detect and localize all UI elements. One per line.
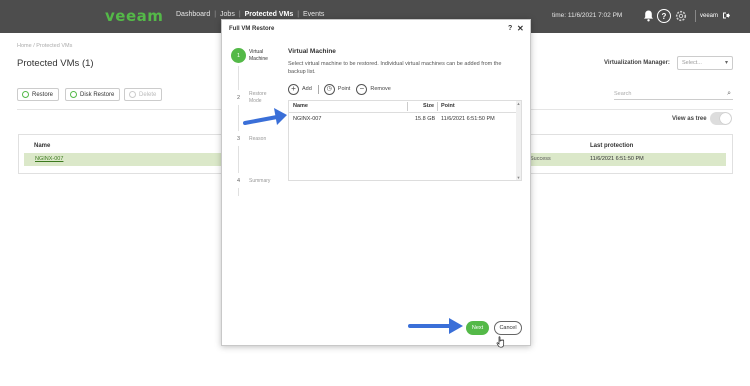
vm-toolbar: + Add ◷ Point − Remove bbox=[288, 82, 391, 96]
column-header-name[interactable]: Name bbox=[34, 143, 50, 149]
search-input[interactable]: Search ⌕ bbox=[614, 89, 733, 100]
section-heading: Virtual Machine bbox=[288, 48, 336, 55]
section-description: Select virtual machine to be restored. I… bbox=[288, 61, 502, 75]
nav-separator: | bbox=[238, 11, 241, 18]
server-time: time: 11/6/2021 7:02 PM bbox=[552, 12, 623, 19]
help-icon[interactable]: ? bbox=[508, 25, 512, 32]
view-as-tree-label: View as tree bbox=[672, 116, 707, 122]
nav-dashboard[interactable]: Dashboard bbox=[176, 11, 210, 18]
main-nav: Dashboard | Jobs | Protected VMs | Events bbox=[176, 11, 326, 18]
divider bbox=[695, 10, 696, 22]
vm-status: Success bbox=[530, 156, 551, 162]
restore-icon bbox=[22, 91, 29, 98]
dialog-title: Full VM Restore bbox=[229, 26, 275, 32]
full-vm-restore-dialog: Full VM Restore ? ✕ 1 Virtual Machine 2 … bbox=[221, 19, 531, 346]
point-button[interactable]: Point bbox=[338, 86, 351, 92]
virtualization-manager-select[interactable]: Select... ▾ bbox=[677, 56, 733, 70]
restore-label: Restore bbox=[32, 91, 54, 98]
annotation-arrow-icon bbox=[243, 108, 287, 125]
annotation-arrow-icon bbox=[408, 318, 463, 334]
search-placeholder: Search bbox=[614, 91, 632, 97]
step-1-indicator[interactable]: 1 bbox=[231, 48, 246, 63]
remove-icon[interactable]: − bbox=[356, 83, 368, 95]
column-header-last-protection[interactable]: Last protection bbox=[590, 143, 633, 149]
bell-icon[interactable] bbox=[641, 9, 655, 23]
delete-button[interactable]: Delete bbox=[124, 88, 163, 101]
next-button[interactable]: Next bbox=[466, 321, 489, 335]
remove-button[interactable]: Remove bbox=[370, 86, 390, 92]
vm-name-link[interactable]: NGINX-007 bbox=[35, 156, 63, 162]
help-icon[interactable]: ? bbox=[657, 9, 671, 23]
close-icon[interactable]: ✕ bbox=[517, 24, 524, 33]
divider bbox=[317, 84, 319, 94]
clock-icon[interactable]: ◷ bbox=[323, 83, 335, 95]
select-placeholder: Select... bbox=[682, 60, 702, 66]
logout-icon bbox=[722, 12, 730, 19]
vm-row-size: 15.8 GB bbox=[415, 116, 436, 122]
disk-restore-label: Disk Restore bbox=[80, 91, 115, 98]
nav-jobs[interactable]: Jobs bbox=[220, 11, 235, 18]
user-menu[interactable]: veeam bbox=[700, 12, 730, 19]
column-header-name[interactable]: Name bbox=[293, 103, 308, 109]
column-header-size[interactable]: Size bbox=[423, 103, 434, 109]
nav-protected-vms[interactable]: Protected VMs bbox=[245, 11, 294, 18]
gear-icon[interactable] bbox=[674, 9, 688, 23]
divider bbox=[288, 112, 516, 113]
restore-button[interactable]: Restore bbox=[17, 88, 60, 101]
table-scrollbar[interactable]: ▲ ▼ bbox=[516, 101, 521, 180]
step-1-label[interactable]: Virtual Machine bbox=[249, 49, 279, 62]
view-as-tree-toggle[interactable] bbox=[710, 112, 732, 125]
breadcrumb[interactable]: Home / Protected VMs bbox=[17, 43, 72, 49]
add-icon[interactable]: + bbox=[288, 83, 299, 95]
step-4-label[interactable]: Summary bbox=[249, 178, 279, 185]
add-button[interactable]: Add bbox=[302, 86, 312, 92]
nav-separator: | bbox=[214, 11, 217, 18]
page-title: Protected VMs (1) bbox=[17, 58, 94, 69]
step-4-indicator[interactable]: 4 bbox=[231, 173, 246, 188]
delete-icon bbox=[129, 91, 136, 98]
column-separator bbox=[407, 102, 408, 111]
step-3-label[interactable]: Reason bbox=[249, 136, 279, 143]
virtualization-manager-label: Virtualization Manager: bbox=[604, 60, 670, 66]
scroll-up-icon[interactable]: ▲ bbox=[516, 101, 521, 106]
nav-events[interactable]: Events bbox=[303, 11, 324, 18]
vm-last-protection: 11/6/2021 6:51:50 PM bbox=[590, 156, 644, 162]
chevron-down-icon: ▾ bbox=[724, 60, 728, 66]
step-3-indicator[interactable]: 3 bbox=[231, 131, 246, 146]
search-icon: ⌕ bbox=[727, 90, 731, 97]
disk-restore-button[interactable]: Disk Restore bbox=[65, 88, 121, 101]
scroll-down-icon[interactable]: ▼ bbox=[516, 175, 521, 180]
vm-row-name[interactable]: NGINX-007 bbox=[293, 116, 321, 122]
cancel-button[interactable]: Cancel bbox=[494, 321, 522, 335]
nav-separator: | bbox=[297, 11, 300, 18]
hand-cursor-icon bbox=[496, 336, 505, 348]
step-2-label[interactable]: Restore Mode bbox=[249, 91, 279, 104]
column-header-point[interactable]: Point bbox=[441, 103, 455, 109]
disk-icon bbox=[70, 91, 77, 98]
user-name: veeam bbox=[700, 13, 719, 20]
column-separator bbox=[437, 102, 438, 111]
vm-row-point[interactable]: 11/6/2021 6:51:50 PM bbox=[441, 116, 495, 122]
step-2-indicator[interactable]: 2 bbox=[231, 90, 246, 105]
delete-label: Delete bbox=[139, 91, 157, 98]
veeam-logo: veeam bbox=[105, 7, 164, 25]
